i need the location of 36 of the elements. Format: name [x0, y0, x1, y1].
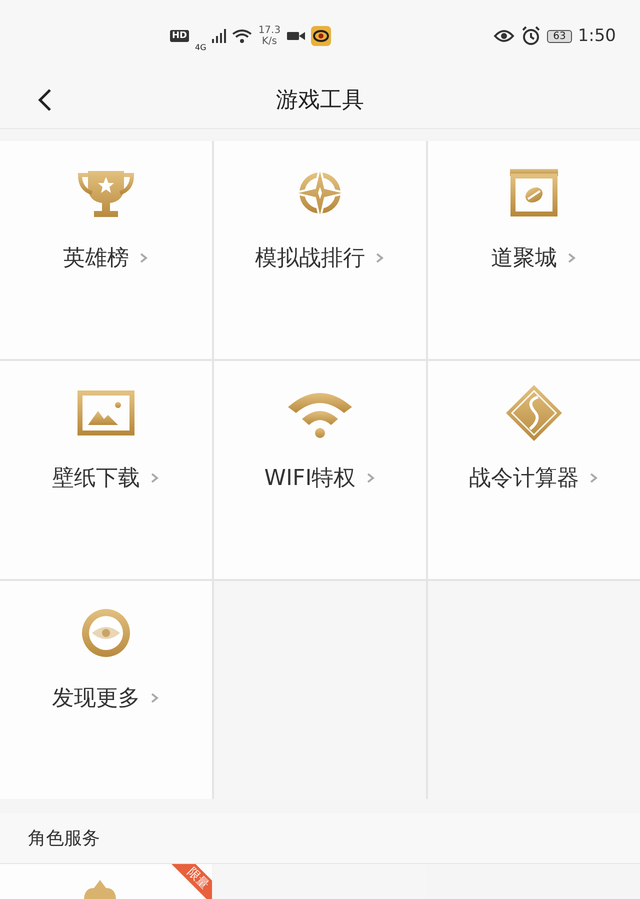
tool-label: 道聚城 [491, 245, 557, 273]
eye-icon [493, 28, 516, 44]
tool-tile[interactable]: 发现更多 [0, 581, 212, 799]
tool-label: 发现更多 [52, 685, 140, 713]
chevron-icon [150, 692, 160, 704]
speed-value: 17.3 [258, 25, 281, 36]
tool-tile[interactable]: 模拟战排行 [214, 141, 426, 359]
tool-tile[interactable]: 壁纸下载 [0, 361, 212, 579]
section-title: 角色服务 [28, 827, 100, 850]
tool-label: 模拟战排行 [255, 245, 365, 273]
alarm-icon [521, 26, 542, 46]
tool-tile[interactable]: 英雄榜 [0, 141, 212, 359]
clock-time: 1:50 [578, 26, 616, 46]
tool-tile[interactable]: WIFI特权 [214, 361, 426, 579]
page-title: 游戏工具 [276, 87, 364, 115]
chevron-icon [375, 252, 385, 264]
app-icon [310, 26, 331, 46]
tool-tile[interactable]: 战令计算器 [428, 361, 640, 579]
wifi-icon [232, 29, 252, 43]
chevron-icon [150, 472, 160, 484]
signal-icon [212, 29, 226, 43]
chevron-icon [139, 252, 149, 264]
tool-label: 战令计算器 [469, 465, 579, 493]
tool-label: 英雄榜 [63, 245, 129, 273]
chevron-icon [589, 472, 599, 484]
chevron-icon [567, 252, 577, 264]
battery-indicator: 63 [547, 30, 572, 42]
hd-badge: HD [170, 30, 190, 42]
network-type: 4G [195, 42, 206, 52]
tool-label: 壁纸下载 [52, 465, 140, 493]
speed-unit: K/s [262, 36, 278, 47]
video-camera-icon [286, 31, 305, 41]
back-icon [38, 88, 52, 112]
chevron-icon [366, 472, 376, 484]
tool-tile[interactable]: 道聚城 [428, 141, 640, 359]
tool-label: WIFI特权 [264, 465, 356, 493]
